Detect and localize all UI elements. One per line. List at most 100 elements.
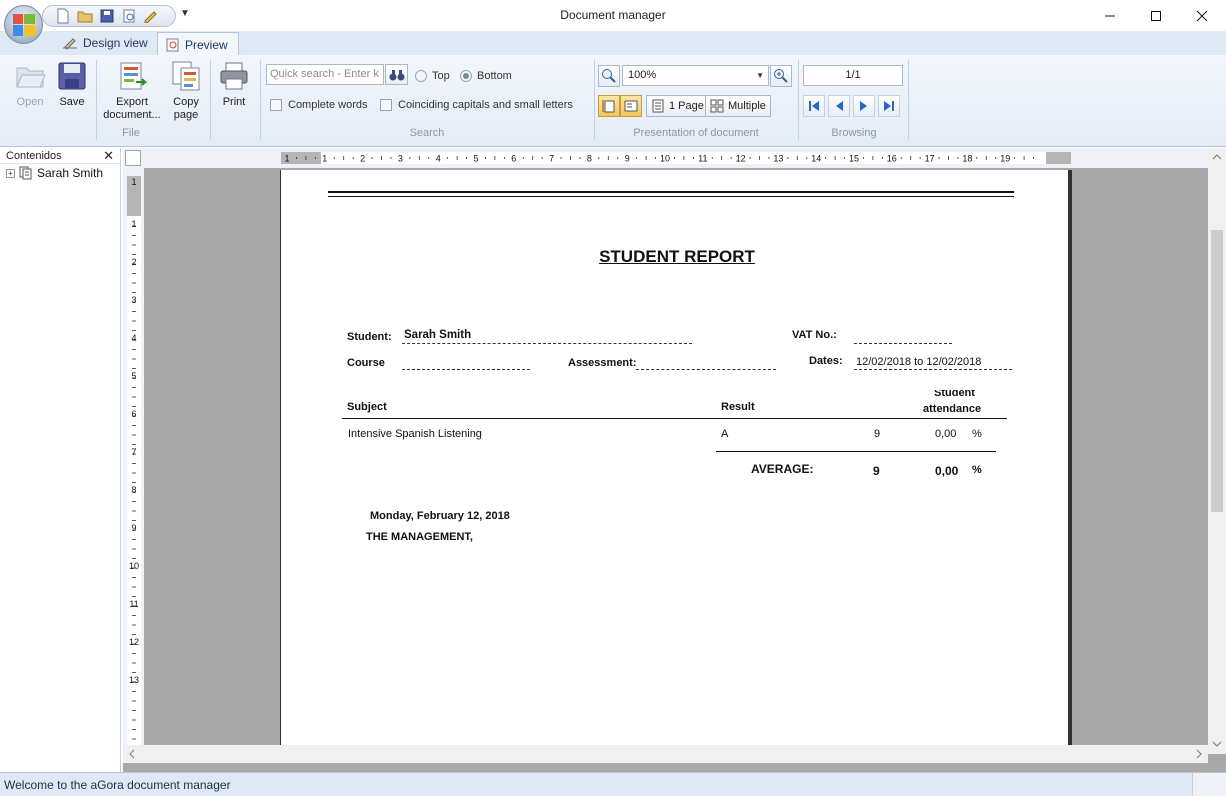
horizontal-ruler: 1 1 2 3 4 5 6 7 8 9 10 11 12 13 14 15 16 17 18 19 — [281, 152, 1071, 164]
resize-grip[interactable] — [1192, 773, 1226, 796]
page-indicator[interactable]: 1/1 — [803, 65, 903, 86]
ruler-number: 9 — [131, 523, 136, 533]
copy-page-button[interactable]: Copy page — [168, 60, 204, 122]
top-rule-thin — [328, 196, 1014, 197]
design-view-icon — [63, 38, 77, 50]
next-page-icon — [860, 101, 867, 111]
export-document-button[interactable]: Export document... — [99, 60, 165, 122]
management-signature: THE MANAGEMENT, — [366, 531, 473, 543]
save-button[interactable]: Save — [54, 60, 90, 109]
row-number: 9 — [874, 428, 881, 440]
ruler-margin — [1046, 152, 1071, 164]
match-case-label: Coinciding capitals and small letters — [398, 99, 573, 111]
ribbon: Open Save Export document... Copy page P… — [0, 55, 1226, 147]
radio-circle — [415, 70, 427, 82]
open-button[interactable]: Open — [12, 60, 48, 109]
previous-page-icon — [836, 101, 843, 111]
one-page-icon — [652, 99, 664, 113]
horizontal-scrollbar[interactable] — [123, 745, 1208, 763]
scroll-right-icon[interactable] — [1192, 745, 1206, 763]
assessment-label: Assessment: — [568, 357, 637, 369]
ruler-number: 3 — [398, 154, 403, 164]
close-icon — [1196, 10, 1208, 21]
preview-icon — [166, 38, 179, 51]
one-page-label: 1 Page — [669, 100, 704, 112]
ruler-number: 12 — [129, 637, 139, 647]
tab-design-view-label: Design view — [83, 36, 148, 50]
scroll-up-icon[interactable] — [1208, 150, 1226, 164]
previous-page-button[interactable] — [828, 95, 850, 117]
quick-search-input[interactable]: Quick search - Enter k — [266, 64, 384, 85]
single-page-view-button[interactable] — [620, 95, 642, 117]
search-bottom-radio[interactable]: Bottom — [460, 70, 512, 82]
checkbox-box — [270, 99, 282, 111]
page-ruler-icon — [602, 100, 615, 113]
course-label: Course — [347, 357, 385, 369]
zoom-out-button[interactable] — [598, 65, 620, 87]
print-label: Print — [222, 96, 246, 108]
last-page-icon — [884, 101, 894, 111]
ruler-number: 10 — [660, 154, 670, 164]
top-label: Top — [432, 70, 450, 82]
subject-header: Subject — [347, 401, 387, 413]
one-page-button[interactable]: 1 Page — [646, 95, 709, 117]
scroll-down-icon[interactable] — [1208, 737, 1226, 751]
document-viewer[interactable]: 1 1 2 3 4 5 6 7 8 9 10 11 12 13 14 15 16 17 18 19 112345678… — [123, 148, 1226, 772]
dates-value: 12/02/2018 to 12/02/2018 — [856, 356, 982, 368]
vertical-scrollbar[interactable] — [1208, 148, 1226, 754]
search-top-radio[interactable]: Top — [415, 70, 450, 82]
zoom-value: 100% — [628, 69, 657, 81]
vertical-scroll-thumb[interactable] — [1211, 230, 1223, 512]
page-width-button[interactable] — [598, 95, 620, 117]
ruler-number: 7 — [131, 447, 136, 457]
save-label: Save — [59, 96, 85, 108]
multiple-pages-button[interactable]: Multiple — [705, 95, 771, 117]
ruler-number: 5 — [473, 154, 478, 164]
average-number: 9 — [873, 464, 880, 478]
top-rule-thick — [328, 191, 1014, 193]
row-result: A — [721, 428, 729, 440]
tree-item-label: Sarah Smith — [37, 166, 104, 180]
ruler-number: 11 — [698, 154, 707, 164]
ruler-number: 18 — [962, 154, 972, 164]
complete-words-checkbox[interactable]: Complete words — [270, 99, 367, 111]
file-group: Open Save Export document... Copy page P… — [0, 55, 258, 145]
app-menu-button[interactable] — [4, 5, 43, 44]
group-separator — [594, 60, 595, 140]
assessment-underline — [636, 369, 776, 370]
binoculars-icon — [389, 69, 404, 80]
student-underline — [402, 343, 692, 344]
tab-preview[interactable]: Preview — [157, 32, 239, 56]
find-button[interactable] — [385, 64, 408, 85]
file-group-label: File — [122, 127, 140, 139]
result-header: Result — [721, 401, 755, 413]
ruler-number: 3 — [131, 295, 136, 305]
document-pages-icon — [19, 166, 32, 180]
vertical-ruler: 112345678910111213 — [127, 176, 141, 745]
zoom-select[interactable]: 100% ▼ — [622, 65, 769, 86]
attendance-header-top: Student — [934, 390, 975, 396]
first-page-button[interactable] — [803, 95, 825, 117]
tree-item-student[interactable]: + Sarah Smith — [0, 164, 120, 182]
vat-label: VAT No.: — [792, 329, 837, 341]
close-panel-icon[interactable]: ✕ — [103, 148, 114, 164]
print-button[interactable]: Print — [216, 60, 252, 109]
ruler-corner — [125, 150, 141, 166]
minimize-button[interactable] — [1087, 0, 1133, 31]
attendance-header: attendance — [923, 403, 982, 415]
save-disk-icon — [58, 62, 86, 90]
ruler-number: 4 — [436, 154, 441, 164]
next-page-button[interactable] — [853, 95, 875, 117]
vat-underline — [854, 343, 952, 344]
ruler-number: 1 — [131, 219, 136, 229]
match-case-checkbox[interactable]: Coinciding capitals and small letters — [380, 99, 573, 111]
maximize-button[interactable] — [1133, 0, 1179, 31]
last-page-button[interactable] — [878, 95, 900, 117]
app-logo-icon — [12, 13, 35, 36]
close-button[interactable] — [1179, 0, 1225, 31]
scroll-left-icon[interactable] — [125, 745, 139, 763]
student-label: Student: — [347, 331, 392, 343]
zoom-in-button[interactable] — [770, 65, 792, 87]
expand-icon[interactable]: + — [6, 168, 15, 178]
tab-design-view[interactable]: Design view — [54, 31, 158, 55]
